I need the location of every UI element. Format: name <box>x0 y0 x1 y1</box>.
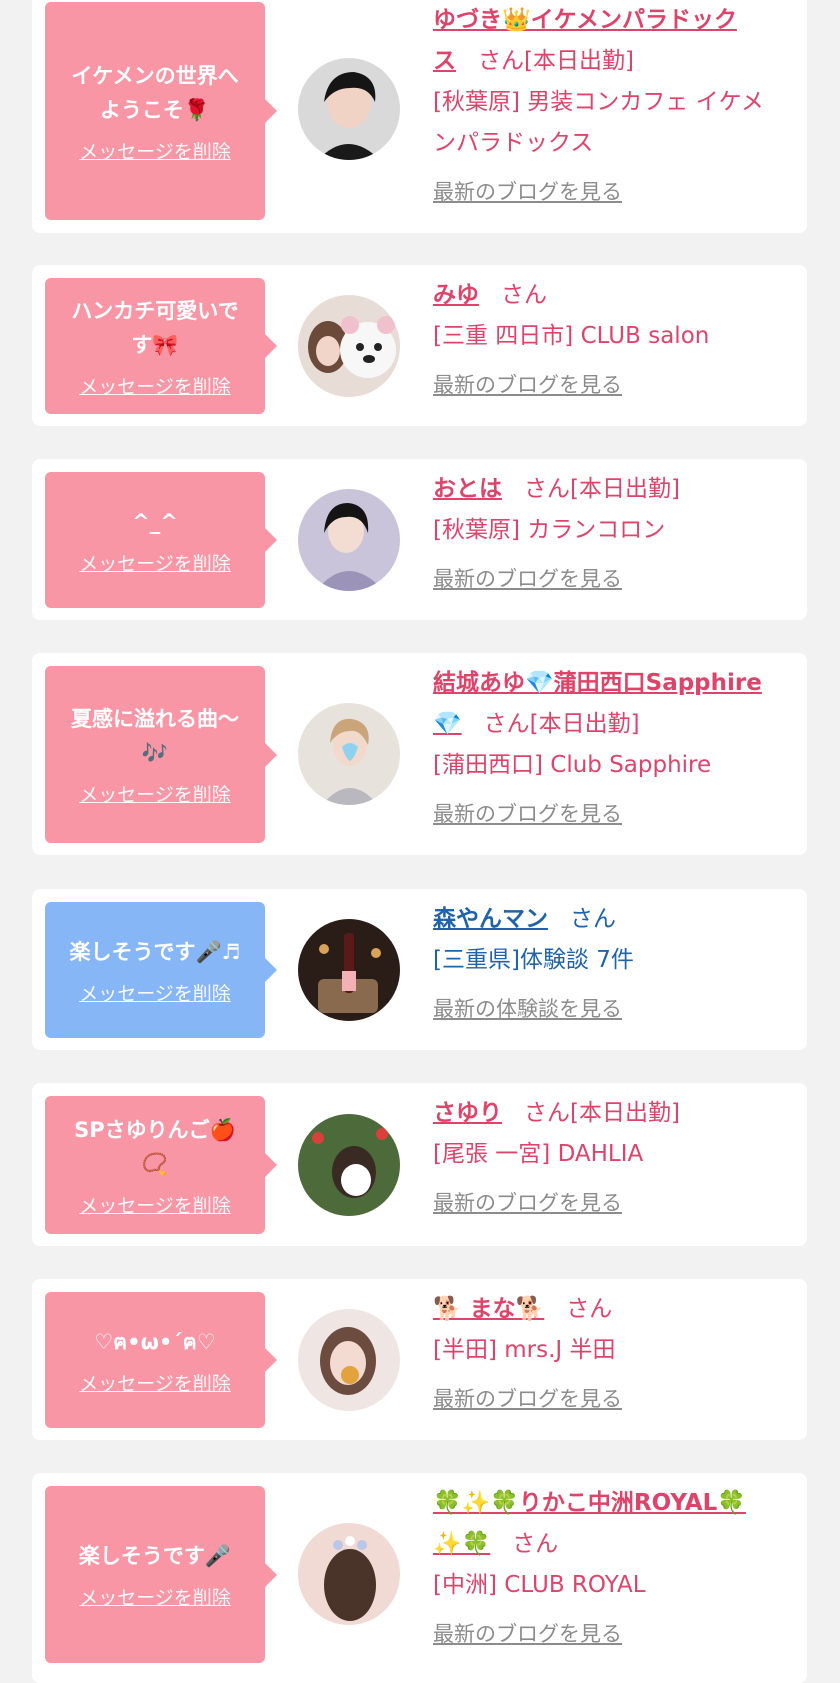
message-bubble: 楽しそうです🎤 メッセージを削除 <box>45 1486 277 1663</box>
cast-status: さん <box>566 1296 613 1322</box>
avatar[interactable] <box>298 489 400 591</box>
message-text: SPさゆりんご🍎 📿 <box>74 1117 236 1176</box>
message-text: 楽しそうです🎤♬ <box>69 939 241 964</box>
cast-info: おとは さん[本日出勤] [秋葉原] カランコロン 最新のブログを見る <box>433 469 793 593</box>
avatar[interactable] <box>298 295 400 397</box>
cast-name-line: みゆ さん <box>433 275 793 316</box>
cast-info: みゆ さん [三重 四日市] CLUB salon 最新のブログを見る <box>433 275 793 399</box>
shop-info: [蒲田西口] Club Sapphire <box>433 752 712 778</box>
cast-info: さゆり さん[本日出勤] [尾張 一宮] DAHLIA 最新のブログを見る <box>433 1093 793 1217</box>
cast-name-line: 森やんマン さん <box>433 899 793 940</box>
avatar[interactable] <box>298 1309 400 1411</box>
cast-info: 結城あゆ💎蒲田西口Sapphire 💎 さん[本日出勤] [蒲田西口] Club S… <box>433 663 793 828</box>
avatar-photo <box>298 1114 400 1216</box>
message-card: 楽しそうです🎤♬ メッセージを削除 森やんマン さん [三重県]体験談 7件 最新… <box>32 889 807 1050</box>
avatar[interactable] <box>298 58 400 160</box>
latest-blog-link[interactable]: 最新のブログを見る <box>433 1187 793 1217</box>
message-text: 楽しそうです🎤 <box>78 1544 232 1568</box>
message-card: 夏感に溢れる曲〜 🎶 メッセージを削除 結城あゆ💎蒲田西口Sapphire 💎 さん[… <box>32 653 807 855</box>
cast-name-line: 結城あゆ💎蒲田西口Sapphire 💎 さん[本日出勤] <box>433 663 793 745</box>
cast-status: さん[本日出勤] <box>524 476 680 502</box>
shop-info: [半田] mrs.J 半田 <box>433 1337 616 1363</box>
cast-info: 🐕 まな🐕 さん [半田] mrs.J 半田 最新のブログを見る <box>433 1289 793 1413</box>
delete-message-link[interactable]: メッセージを削除 <box>79 549 231 576</box>
cast-info: 森やんマン さん [三重県]体験談 7件 最新の体験談を見る <box>433 899 793 1023</box>
message-list: イケメンの世界へ ようこそ🌹 メッセージを削除 ゆづき👑イケメンパラドックスさん[… <box>0 0 840 1683</box>
cast-name-line: 🐕 まな🐕 さん <box>433 1289 793 1330</box>
avatar-photo <box>298 1309 400 1411</box>
shop-info: [三重 四日市] CLUB salon <box>433 323 710 349</box>
avatar[interactable] <box>298 703 400 805</box>
cast-status: さん[本日出勤] <box>524 1100 680 1126</box>
cast-name-link[interactable]: みゆ <box>433 282 479 308</box>
shop-info: [中洲] CLUB ROYAL <box>433 1572 646 1598</box>
latest-review-link[interactable]: 最新の体験談を見る <box>433 993 793 1023</box>
delete-message-link[interactable]: メッセージを削除 <box>79 1191 231 1218</box>
cast-name-line: ゆづき👑イケメンパラドックスさん[本日出勤] <box>433 0 793 82</box>
avatar[interactable] <box>298 1114 400 1216</box>
message-text: ^_^ <box>132 509 178 534</box>
message-bubble: ♡ฅ•ω•´ฅ♡ メッセージを削除 <box>45 1292 277 1428</box>
delete-message-link[interactable]: メッセージを削除 <box>79 780 231 807</box>
cast-name-link[interactable]: 🍀✨🍀りかこ中洲ROYAL🍀 ✨🍀 <box>433 1490 746 1557</box>
delete-message-link[interactable]: メッセージを削除 <box>79 1583 231 1610</box>
message-card: ^_^ メッセージを削除 おとは さん[本日出勤] [秋葉原] カランコロン 最新… <box>32 459 807 620</box>
message-card: SPさゆりんご🍎 📿 メッセージを削除 さゆり さん[本日出勤] [尾張 一宮] D… <box>32 1083 807 1246</box>
avatar-photo <box>298 703 400 805</box>
message-bubble: SPさゆりんご🍎 📿 メッセージを削除 <box>45 1096 277 1234</box>
delete-message-link[interactable]: メッセージを削除 <box>79 979 231 1006</box>
message-card: ハンカチ可愛いで す🎀 メッセージを削除 みゆ さん [三重 四日市] CLUB s… <box>32 265 807 426</box>
cast-name-link[interactable]: 🐕 まな🐕 <box>433 1296 544 1322</box>
avatar-photo <box>298 295 400 397</box>
cast-info: ゆづき👑イケメンパラドックスさん[本日出勤] [秋葉原] 男装コンカフェ イケメ… <box>433 0 793 206</box>
message-bubble: ^_^ メッセージを削除 <box>45 472 277 608</box>
cast-name-line: 🍀✨🍀りかこ中洲ROYAL🍀 ✨🍀 さん <box>433 1483 793 1565</box>
message-text: ハンカチ可愛いで す🎀 <box>71 298 239 357</box>
latest-blog-link[interactable]: 最新のブログを見る <box>433 563 793 593</box>
latest-blog-link[interactable]: 最新のブログを見る <box>433 1618 793 1648</box>
review-info: [三重県]体験談 7件 <box>433 947 634 973</box>
message-card: イケメンの世界へ ようこそ🌹 メッセージを削除 ゆづき👑イケメンパラドックスさん[… <box>32 0 807 233</box>
delete-message-link[interactable]: メッセージを削除 <box>79 372 231 399</box>
cast-name-line: さゆり さん[本日出勤] <box>433 1093 793 1134</box>
message-text: ♡ฅ•ω•´ฅ♡ <box>94 1329 216 1354</box>
latest-blog-link[interactable]: 最新のブログを見る <box>433 369 793 399</box>
cast-info: 🍀✨🍀りかこ中洲ROYAL🍀 ✨🍀 さん [中洲] CLUB ROYAL 最新のブロ… <box>433 1483 793 1648</box>
delete-message-link[interactable]: メッセージを削除 <box>79 137 231 164</box>
avatar-photo <box>298 919 400 1021</box>
cast-name-link[interactable]: 森やんマン <box>433 906 548 932</box>
latest-blog-link[interactable]: 最新のブログを見る <box>433 1383 793 1413</box>
message-bubble: 夏感に溢れる曲〜 🎶 メッセージを削除 <box>45 666 277 843</box>
message-card: 楽しそうです🎤 メッセージを削除 🍀✨🍀りかこ中洲ROYAL🍀 ✨🍀 さん [中洲]… <box>32 1473 807 1683</box>
message-text: 夏感に溢れる曲〜 🎶 <box>71 707 239 765</box>
message-bubble: イケメンの世界へ ようこそ🌹 メッセージを削除 <box>45 2 277 220</box>
cast-status: さん[本日出勤] <box>483 711 640 737</box>
delete-message-link[interactable]: メッセージを削除 <box>79 1369 231 1396</box>
message-text: イケメンの世界へ ようこそ🌹 <box>71 63 239 122</box>
avatar[interactable] <box>298 1523 400 1625</box>
latest-blog-link[interactable]: 最新のブログを見る <box>433 176 793 206</box>
message-bubble: 楽しそうです🎤♬ メッセージを削除 <box>45 902 277 1038</box>
cast-status: さん <box>512 1531 559 1557</box>
avatar-photo <box>298 58 400 160</box>
avatar-photo <box>298 489 400 591</box>
cast-status: さん <box>570 906 616 932</box>
avatar[interactable] <box>298 919 400 1021</box>
latest-blog-link[interactable]: 最新のブログを見る <box>433 798 793 828</box>
avatar-photo <box>298 1523 400 1625</box>
cast-name-line: おとは さん[本日出勤] <box>433 469 793 510</box>
message-card: ♡ฅ•ω•´ฅ♡ メッセージを削除 🐕 まな🐕 さん [半田] mrs.J 半田 … <box>32 1279 807 1440</box>
cast-status: さん[本日出勤] <box>478 48 634 74</box>
cast-status: さん <box>501 282 547 308</box>
shop-info: [秋葉原] カランコロン <box>433 517 666 543</box>
message-bubble: ハンカチ可愛いで す🎀 メッセージを削除 <box>45 278 277 414</box>
shop-info: [秋葉原] 男装コンカフェ イケメ ンパラドックス <box>433 89 764 156</box>
cast-name-link[interactable]: おとは <box>433 476 502 502</box>
shop-info: [尾張 一宮] DAHLIA <box>433 1141 644 1167</box>
cast-name-link[interactable]: さゆり <box>433 1100 502 1126</box>
